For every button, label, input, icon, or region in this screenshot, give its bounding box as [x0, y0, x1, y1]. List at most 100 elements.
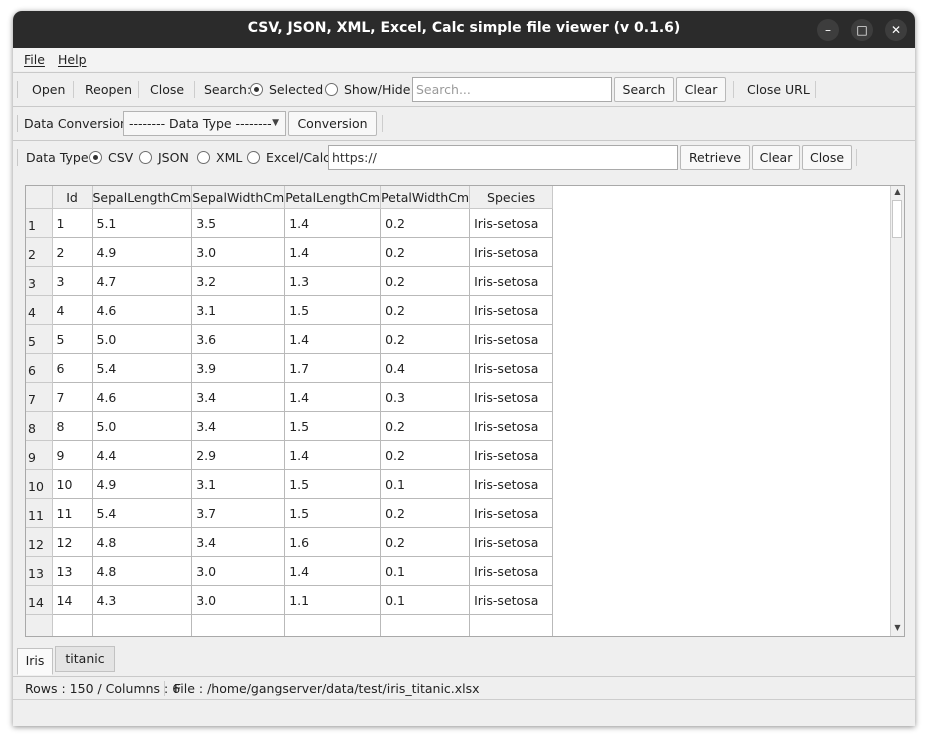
- table-cell[interactable]: 0.1: [380, 469, 471, 499]
- table-cell[interactable]: 4.9: [92, 469, 193, 499]
- table-cell[interactable]: 0.2: [380, 266, 471, 296]
- close-data-button[interactable]: Close: [802, 145, 852, 170]
- column-header[interactable]: SepalLengthCm: [92, 186, 193, 209]
- table-row[interactable]: 10 10 4.9 3.1 1.5 0.1 Iris-setosa: [26, 469, 554, 499]
- table-cell[interactable]: 4.6: [92, 295, 193, 325]
- row-header[interactable]: 3: [26, 266, 53, 296]
- table-row[interactable]: 2 2 4.9 3.0 1.4 0.2 Iris-setosa: [26, 237, 554, 267]
- row-header[interactable]: [26, 614, 53, 636]
- table-cell[interactable]: 4: [52, 295, 93, 325]
- conversion-button[interactable]: Conversion: [288, 111, 377, 136]
- close-window-icon[interactable]: ✕: [885, 19, 907, 41]
- table-cell[interactable]: 3.0: [191, 237, 286, 267]
- table-cell[interactable]: [469, 614, 554, 636]
- table-cell[interactable]: Iris-setosa: [469, 440, 554, 470]
- table-cell[interactable]: 10: [52, 469, 93, 499]
- data-table-view[interactable]: Id SepalLengthCm SepalWidthCm PetalLengt…: [25, 185, 905, 637]
- table-cell[interactable]: 1.7: [284, 353, 382, 383]
- retrieve-button[interactable]: Retrieve: [680, 145, 750, 170]
- tab-titanic[interactable]: titanic: [55, 646, 115, 672]
- scroll-up-icon[interactable]: ▲: [891, 187, 904, 199]
- table-cell[interactable]: 1: [52, 208, 93, 238]
- table-cell[interactable]: 0.1: [380, 556, 471, 586]
- row-header[interactable]: 11: [26, 498, 53, 528]
- column-header[interactable]: PetalWidthCm: [380, 186, 471, 209]
- table-cell[interactable]: 1.1: [284, 585, 382, 615]
- table-cell[interactable]: 3.0: [191, 585, 286, 615]
- table-cell[interactable]: 1.5: [284, 498, 382, 528]
- table-row[interactable]: [26, 614, 554, 636]
- table-cell[interactable]: Iris-setosa: [469, 353, 554, 383]
- url-input[interactable]: https://: [328, 145, 678, 170]
- vertical-scrollbar[interactable]: ▲ ▼: [890, 186, 904, 636]
- table-cell[interactable]: 1.3: [284, 266, 382, 296]
- table-cell[interactable]: 0.2: [380, 295, 471, 325]
- table-cell[interactable]: 11: [52, 498, 93, 528]
- table-cell[interactable]: 3.6: [191, 324, 286, 354]
- table-row[interactable]: 5 5 5.0 3.6 1.4 0.2 Iris-setosa: [26, 324, 554, 354]
- table-cell[interactable]: 3.2: [191, 266, 286, 296]
- table-cell[interactable]: 1.4: [284, 556, 382, 586]
- toolbar-grip[interactable]: [17, 149, 18, 166]
- table-row[interactable]: 8 8 5.0 3.4 1.5 0.2 Iris-setosa: [26, 411, 554, 441]
- tab-iris[interactable]: Iris: [17, 648, 53, 675]
- table-cell[interactable]: 5.0: [92, 324, 193, 354]
- table-cell[interactable]: 5.4: [92, 353, 193, 383]
- table-cell[interactable]: 4.6: [92, 382, 193, 412]
- close-url-button[interactable]: Close URL: [747, 82, 810, 97]
- table-cell[interactable]: 0.1: [380, 585, 471, 615]
- table-row[interactable]: 9 9 4.4 2.9 1.4 0.2 Iris-setosa: [26, 440, 554, 470]
- table-cell[interactable]: 1.5: [284, 295, 382, 325]
- table-cell[interactable]: 0.2: [380, 324, 471, 354]
- row-header[interactable]: 8: [26, 411, 53, 441]
- open-button[interactable]: Open: [32, 82, 65, 97]
- table-cell[interactable]: 14: [52, 585, 93, 615]
- table-cell[interactable]: [191, 614, 286, 636]
- radio-selected[interactable]: [250, 83, 263, 96]
- corner-header[interactable]: [26, 186, 53, 209]
- table-row[interactable]: 6 6 5.4 3.9 1.7 0.4 Iris-setosa: [26, 353, 554, 383]
- radio-json[interactable]: [139, 151, 152, 164]
- menu-help[interactable]: Help: [58, 52, 87, 67]
- table-cell[interactable]: Iris-setosa: [469, 527, 554, 557]
- table-cell[interactable]: 3.5: [191, 208, 286, 238]
- close-button[interactable]: Close: [150, 82, 184, 97]
- search-button[interactable]: Search: [614, 77, 674, 102]
- table-cell[interactable]: 1.5: [284, 469, 382, 499]
- table-cell[interactable]: 3: [52, 266, 93, 296]
- radio-csv-label[interactable]: CSV: [108, 150, 133, 165]
- table-cell[interactable]: Iris-setosa: [469, 498, 554, 528]
- table-cell[interactable]: [92, 614, 193, 636]
- table-cell[interactable]: 3.9: [191, 353, 286, 383]
- maximize-icon[interactable]: □: [851, 19, 873, 41]
- table-cell[interactable]: 3.1: [191, 295, 286, 325]
- radio-csv[interactable]: [89, 151, 102, 164]
- table-cell[interactable]: 0.2: [380, 440, 471, 470]
- table-row[interactable]: 1 1 5.1 3.5 1.4 0.2 Iris-setosa: [26, 208, 554, 238]
- table-cell[interactable]: 3.4: [191, 382, 286, 412]
- table-cell[interactable]: 1.4: [284, 440, 382, 470]
- table-cell[interactable]: 3.7: [191, 498, 286, 528]
- table-cell[interactable]: 0.3: [380, 382, 471, 412]
- radio-show-hide-label[interactable]: Show/Hide: [344, 82, 410, 97]
- table-cell[interactable]: [52, 614, 93, 636]
- row-header[interactable]: 1: [26, 208, 53, 238]
- toolbar-grip[interactable]: [17, 81, 18, 98]
- scrollbar-thumb[interactable]: [892, 200, 902, 238]
- radio-selected-label[interactable]: Selected: [269, 82, 323, 97]
- table-cell[interactable]: 0.2: [380, 237, 471, 267]
- table-row[interactable]: 12 12 4.8 3.4 1.6 0.2 Iris-setosa: [26, 527, 554, 557]
- radio-excel-calc-label[interactable]: Excel/Calc: [266, 150, 330, 165]
- table-cell[interactable]: 4.8: [92, 527, 193, 557]
- table-cell[interactable]: Iris-setosa: [469, 382, 554, 412]
- table-cell[interactable]: Iris-setosa: [469, 324, 554, 354]
- table-cell[interactable]: 8: [52, 411, 93, 441]
- table-cell[interactable]: 1.4: [284, 382, 382, 412]
- column-header[interactable]: Species: [469, 186, 554, 209]
- table-cell[interactable]: 5.1: [92, 208, 193, 238]
- table-cell[interactable]: 7: [52, 382, 93, 412]
- table-cell[interactable]: Iris-setosa: [469, 237, 554, 267]
- radio-xml-label[interactable]: XML: [216, 150, 242, 165]
- table-cell[interactable]: 1.4: [284, 324, 382, 354]
- toolbar-grip[interactable]: [17, 115, 18, 132]
